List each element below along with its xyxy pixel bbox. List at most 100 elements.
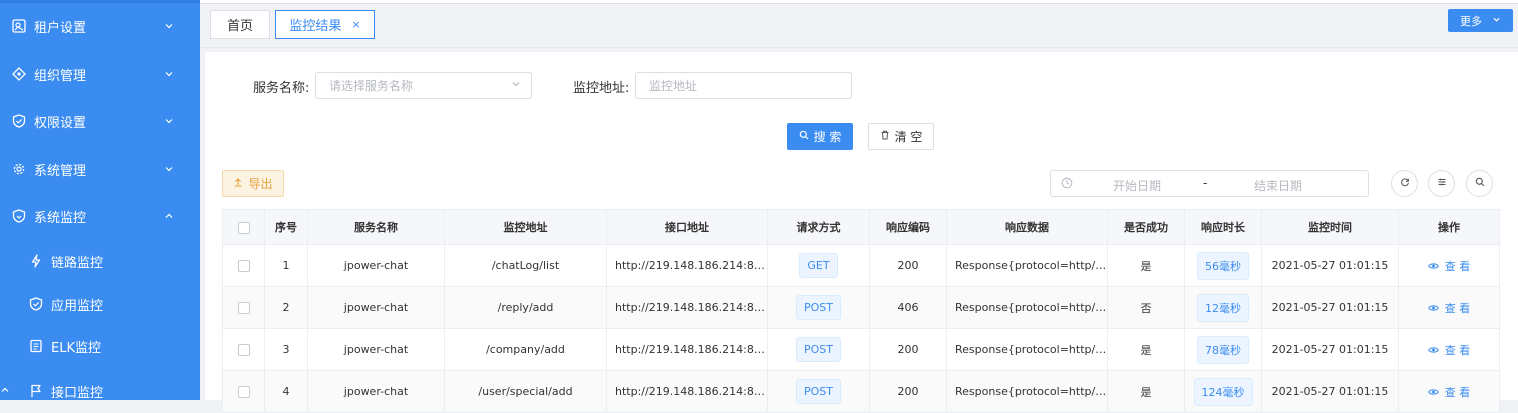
eye-icon (1427, 347, 1439, 353)
refresh-button[interactable] (1391, 170, 1418, 197)
more-button[interactable]: 更多 (1448, 9, 1513, 32)
view-button[interactable]: 查 看 (1427, 343, 1471, 357)
sidebar-subitem-app-monitor[interactable]: 应用监控 (0, 284, 200, 324)
table-row[interactable]: 3 jpower-chat/company/add http://219.148.1… (222, 328, 1500, 371)
monitor-time-cell: 2021-05-27 01:01:15 (1261, 328, 1399, 371)
service-name-cell: jpower-chat (307, 286, 445, 329)
column-header: 序号 (264, 209, 308, 245)
more-button-label: 更多 (1460, 14, 1482, 28)
end-date-placeholder: 结束日期 (1254, 179, 1303, 193)
monitor-address-label: 监控地址: (573, 81, 630, 96)
duration-cell: 12毫秒 (1184, 286, 1262, 329)
method-tag: POST (796, 295, 841, 320)
select-all-checkbox[interactable] (237, 221, 250, 234)
monitor-address-cell: /reply/add (444, 286, 607, 329)
duration-cell: 56毫秒 (1184, 244, 1262, 287)
table-row[interactable]: 2 jpower-chat/reply/add http://219.148.186… (222, 286, 1500, 329)
response-data-cell: Response{protocol=http/1.1, code=200} (946, 370, 1108, 413)
view-button[interactable]: 查 看 (1427, 260, 1470, 273)
method-cell: POST (767, 328, 870, 371)
export-button[interactable]: 导出 (222, 170, 284, 197)
column-header: 响应时长 (1184, 209, 1262, 245)
table-row[interactable]: 1 jpower-chat/chatLog/list http://219.148.… (222, 244, 1500, 287)
column-header: 接口地址 (606, 209, 768, 245)
date-range-picker[interactable]: 开始日期 - 结束日期 (1050, 170, 1369, 197)
tab-home[interactable]: 首页 (210, 10, 270, 39)
search-button[interactable]: 搜 索 (787, 123, 853, 150)
service-name-cell: jpower-chat (307, 328, 445, 371)
column-settings-button[interactable] (1428, 170, 1455, 197)
eye-icon (1427, 263, 1439, 269)
start-date-placeholder: 开始日期 (1113, 179, 1162, 193)
row-checkbox[interactable] (237, 302, 250, 314)
action-cell: 查 看 (1398, 328, 1500, 371)
eye-icon (1427, 389, 1439, 395)
monitor-address-input[interactable]: 监控地址 (635, 72, 852, 99)
success-cell: 是 (1107, 370, 1185, 413)
action-cell: 查 看 (1398, 370, 1500, 413)
sidebar-item-permission-settings[interactable]: 权限设置 (0, 101, 200, 141)
sidebar-item-system-monitor[interactable]: 系统监控 (0, 196, 200, 236)
search-toggle-button[interactable] (1466, 170, 1493, 197)
clock-icon (1061, 177, 1073, 192)
column-header: 服务名称 (307, 209, 445, 245)
sidebar-top-bar (0, 0, 200, 3)
service-name-cell: jpower-chat (307, 244, 445, 287)
chevron-up-icon (0, 384, 10, 398)
service-name-label: 服务名称: (253, 81, 310, 96)
view-button[interactable]: 查 看 (1427, 301, 1471, 315)
monitor-address-cell: /company/add (444, 328, 607, 371)
view-button[interactable]: 查 看 (1427, 386, 1470, 399)
row-checkbox[interactable] (237, 260, 250, 272)
sidebar-subitem-label: 应用监控 (51, 298, 104, 314)
table-row[interactable]: 4 jpower-chat/user/special/add http://219.… (222, 370, 1500, 413)
tenant-icon (12, 19, 26, 33)
close-icon[interactable]: × (351, 18, 360, 31)
clear-button[interactable]: 清 空 (868, 123, 934, 150)
chevron-down-icon (164, 116, 174, 126)
row-checkbox[interactable] (237, 344, 250, 356)
sidebar-subitem-elk-monitor[interactable]: ELK监控 (0, 326, 200, 366)
view-button-label: 查 看 (1444, 301, 1471, 315)
row-index: 4 (264, 370, 308, 413)
date-range-separator: - (1203, 176, 1208, 190)
row-checkbox[interactable] (237, 386, 250, 398)
monitor-results-table: 序号 服务名称 监控地址 接口地址 请求方式 响应编码 响应数据 是否成功 响应… (222, 209, 1500, 413)
trash-icon (880, 130, 890, 143)
eye-icon (1427, 305, 1439, 311)
row-select-cell (222, 370, 265, 413)
document-icon (29, 339, 43, 353)
monitor-address-placeholder: 监控地址 (649, 79, 698, 93)
api-url-cell: http://219.148.186.214:81/jpower-chat/us… (606, 370, 768, 413)
flag-icon (29, 384, 43, 398)
row-select-cell (222, 328, 265, 371)
method-tag: GET (799, 253, 838, 278)
tab-monitor-results[interactable]: 监控结果 × (275, 10, 375, 39)
tab-label: 监控结果 (289, 19, 342, 34)
api-url-cell: http://219.148.186.214:81/jpower-chat/ch… (606, 244, 768, 287)
sidebar-subitem-api-monitor[interactable]: 接口监控 (0, 371, 200, 411)
duration-tag: 12毫秒 (1197, 293, 1249, 322)
tab-label: 首页 (226, 19, 253, 34)
success-cell: 否 (1107, 286, 1185, 329)
column-header: 监控时间 (1261, 209, 1399, 245)
select-all-cell (222, 209, 265, 245)
column-header: 监控地址 (444, 209, 607, 245)
response-data-cell: Response{protocol=http/1.1, code=406} (946, 286, 1108, 329)
shield-check-icon (29, 297, 43, 311)
duration-cell: 78毫秒 (1184, 328, 1262, 371)
tab-bar: 首页 监控结果 × 更多 (200, 0, 1518, 48)
monitor-time-cell: 2021-05-27 01:01:15 (1261, 370, 1399, 413)
sidebar-item-system-management[interactable]: 系统管理 (0, 149, 200, 189)
service-name-select[interactable]: 请选择服务名称 (315, 72, 532, 99)
duration-tag: 124毫秒 (1193, 377, 1253, 406)
method-cell: POST (767, 370, 870, 413)
view-button-label: 查 看 (1444, 343, 1471, 357)
sidebar-item-org-management[interactable]: 组织管理 (0, 54, 200, 94)
method-tag: POST (796, 379, 841, 404)
sidebar-subitem-trace-monitor[interactable]: 链路监控 (0, 241, 200, 281)
sidebar: 租户设置 组织管理 权限设置 系统管理 系统监控 链路监控 应用监控 ELK监控… (0, 0, 200, 401)
sidebar-item-label: 系统监控 (34, 210, 87, 226)
shield-icon (12, 114, 26, 128)
sidebar-item-tenant-settings[interactable]: 租户设置 (0, 6, 200, 46)
